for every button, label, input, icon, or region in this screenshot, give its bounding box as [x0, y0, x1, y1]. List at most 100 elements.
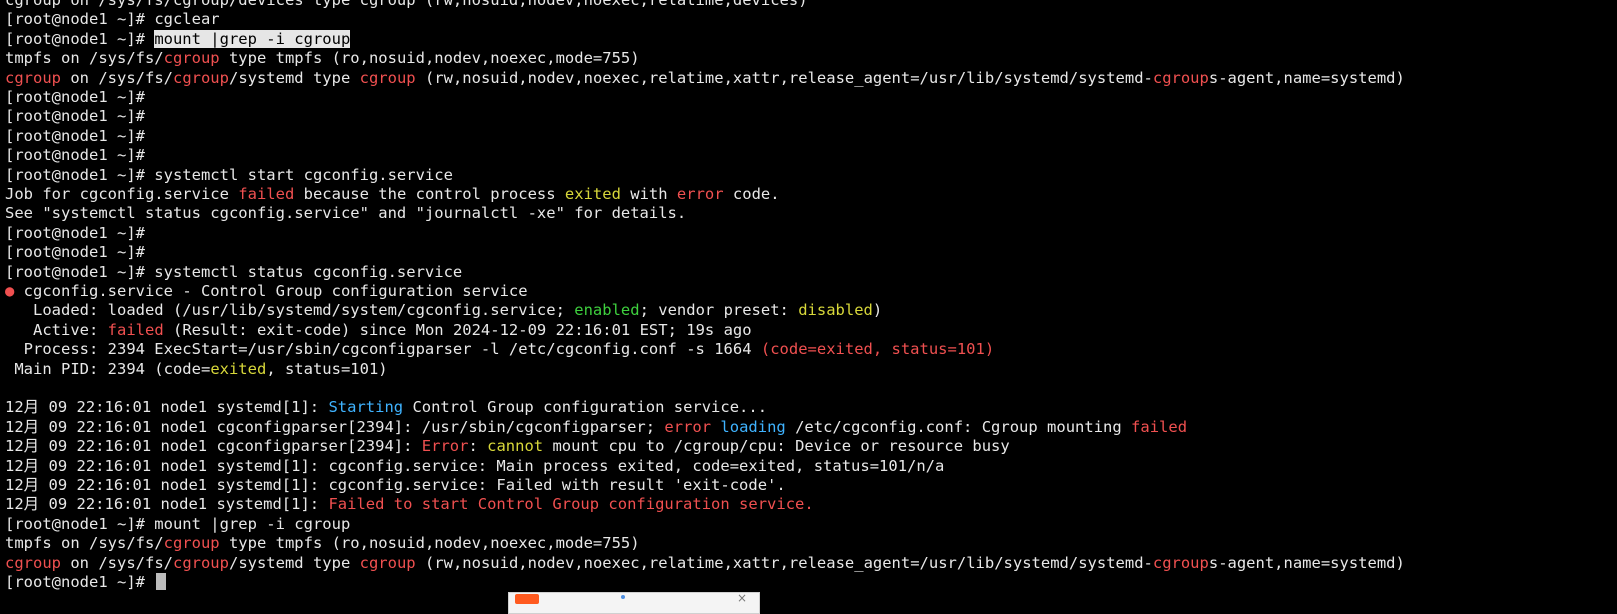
terminal-text-segment: cgroup: [163, 49, 220, 68]
terminal-text-segment: cgroup: [172, 553, 229, 572]
terminal-window[interactable]: cgroup on /sys/fs/cgroup/devices type cg…: [0, 0, 1617, 602]
terminal-text-segment: [root@node1 ~]# systemctl start cgconfig…: [5, 165, 453, 184]
terminal-text-segment: 12月 09 22:16:01 node1 cgconfigparser[239…: [5, 417, 665, 436]
terminal-text-segment: error: [676, 185, 724, 203]
terminal-text-segment: [root@node1 ~]#: [5, 107, 145, 126]
terminal-text-segment: cgroup: [1152, 553, 1209, 572]
close-icon[interactable]: ×: [737, 591, 747, 605]
terminal-text-segment: s-agent,name=systemd): [1208, 68, 1405, 87]
terminal-text-segment: failed: [1131, 417, 1188, 436]
terminal-text-segment: code.: [723, 185, 780, 203]
terminal-text-segment: /etc/cgconfig.conf: Cgroup mounting: [785, 417, 1132, 436]
terminal-text-segment: loading: [720, 417, 786, 436]
terminal-text-segment: with: [620, 185, 677, 203]
terminal-line: Process: 2394 ExecStart=/usr/sbin/cgconf…: [5, 339, 995, 359]
terminal-text-segment: cgroup: [163, 534, 220, 553]
terminal-text-segment: Failed to start Control Group configurat…: [328, 495, 814, 514]
terminal-line: 12月 09 22:16:01 node1 systemd[1]: cgconf…: [5, 475, 786, 495]
terminal-text-segment: Starting: [328, 398, 404, 417]
terminal-line: [root@node1 ~]# systemctl start cgconfig…: [5, 165, 453, 185]
terminal-text-segment: Job for cgconfig.service: [5, 185, 239, 203]
status-dot-icon: [621, 595, 625, 599]
terminal-text-segment: s-agent,name=systemd): [1208, 553, 1405, 572]
terminal-text-segment: [root@node1 ~]# systemctl status cgconfi…: [5, 262, 463, 281]
terminal-line: 12月 09 22:16:01 node1 cgconfigparser[239…: [5, 417, 1187, 437]
terminal-text-segment: disabled: [798, 301, 873, 320]
terminal-text-segment: failed: [238, 185, 295, 203]
terminal-text-segment: cgclear: [154, 10, 220, 29]
terminal-text-segment: 12月 09 22:16:01 node1 systemd[1]:: [5, 398, 329, 417]
terminal-line: [root@node1 ~]# mount |grep -i cgroup: [5, 29, 351, 49]
terminal-text-segment: cannot: [487, 437, 544, 456]
terminal-text-segment: enabled: [574, 301, 640, 320]
terminal-line: 12月 09 22:16:01 node1 cgconfigparser[239…: [5, 436, 1010, 456]
terminal-text-segment: cgroup: [5, 553, 61, 572]
terminal-text-segment: [root@node1 ~]#: [5, 88, 145, 106]
terminal-line: Main PID: 2394 (code=exited, status=101): [5, 359, 388, 379]
terminal-text-segment: cgroup: [5, 68, 61, 87]
terminal-text-segment: on /sys/fs/: [61, 553, 173, 572]
terminal-text-segment: [root@node1 ~]#: [5, 126, 145, 145]
terminal-text-segment: cgroup: [172, 68, 229, 87]
terminal-text-segment: , status=101): [266, 359, 388, 378]
terminal-text-segment: cgroup: [1152, 68, 1209, 87]
terminal-line: See "systemctl status cgconfig.service" …: [5, 203, 686, 223]
app-logo-icon: [515, 594, 539, 604]
terminal-text-segment: exited: [210, 359, 267, 378]
terminal-line: Loaded: loaded (/usr/lib/systemd/system/…: [5, 300, 882, 320]
terminal-text-segment: ; vendor preset:: [639, 301, 799, 320]
terminal-text-segment: ●: [5, 282, 15, 300]
terminal-line: cgroup on /sys/fs/cgroup/systemd type cg…: [5, 553, 1405, 573]
terminal-text-segment: 12月 09 22:16:01 node1 cgconfigparser[239…: [5, 437, 422, 456]
terminal-line: 12月 09 22:16:01 node1 systemd[1]: Failed…: [5, 494, 814, 514]
terminal-text-segment: because the control process: [294, 185, 565, 203]
terminal-text-segment: Error: [421, 437, 469, 456]
terminal-text-segment: [root@node1 ~]#: [5, 10, 155, 29]
terminal-line: [root@node1 ~]#: [5, 223, 145, 243]
terminal-line: [root@node1 ~]#: [5, 106, 145, 126]
terminal-cursor: [156, 573, 167, 590]
terminal-line: [root@node1 ~]# mount |grep -i cgroup: [5, 514, 350, 534]
terminal-line: [root@node1 ~]#: [5, 572, 167, 592]
terminal-text-segment: Main PID: 2394 (code=: [5, 359, 211, 378]
terminal-text-segment: /systemd type: [228, 553, 360, 572]
terminal-text-segment: Process: 2394 ExecStart=/usr/sbin/cgconf…: [5, 340, 761, 359]
terminal-text-segment: 12月 09 22:16:01 node1 systemd[1]: cgconf…: [5, 476, 786, 494]
terminal-text-segment: cgroup: [359, 68, 416, 87]
terminal-line: 12月 09 22:16:01 node1 systemd[1]: Starti…: [5, 397, 767, 417]
terminal-text-segment: tmpfs on /sys/fs/: [5, 534, 164, 553]
terminal-text-segment: /systemd type: [228, 68, 360, 87]
terminal-text-segment: exited: [564, 185, 621, 203]
terminal-text-segment: mount cpu to /cgroup/cpu: Device or reso…: [543, 437, 1010, 456]
terminal-text-segment: Active:: [5, 320, 108, 339]
terminal-line: ● cgconfig.service - Control Group confi…: [5, 281, 528, 301]
terminal-line: [root@node1 ~]# cgclear: [5, 9, 220, 29]
terminal-text-segment: 12月 09 22:16:01 node1 systemd[1]:: [5, 495, 329, 514]
terminal-text-segment: (rw,nosuid,nodev,noexec,relatime,xattr,r…: [415, 553, 1153, 572]
terminal-text-segment: [root@node1 ~]#: [5, 223, 145, 242]
terminal-line: Active: failed (Result: exit-code) since…: [5, 320, 752, 340]
terminal-line: [root@node1 ~]#: [5, 126, 145, 146]
terminal-line: tmpfs on /sys/fs/cgroup type tmpfs (ro,n…: [5, 48, 640, 68]
terminal-text-segment: [root@node1 ~]#: [5, 146, 145, 165]
terminal-text-segment: on /sys/fs/: [61, 68, 173, 87]
terminal-text-segment: type tmpfs (ro,nosuid,nodev,noexec,mode=…: [219, 534, 640, 553]
terminal-line: cgroup on /sys/fs/cgroup/systemd type cg…: [5, 68, 1405, 88]
terminal-text-segment: (code=exited, status=101): [760, 340, 995, 359]
terminal-text-segment: [root@node1 ~]#: [5, 29, 155, 48]
terminal-text-segment: [root@node1 ~]# mount |grep -i cgroup: [5, 514, 351, 533]
terminal-line: [root@node1 ~]#: [5, 87, 145, 107]
terminal-text-segment: See "systemctl status cgconfig.service" …: [5, 204, 687, 223]
terminal-text-segment: failed: [107, 320, 164, 339]
terminal-line: tmpfs on /sys/fs/cgroup type tmpfs (ro,n…: [5, 533, 640, 553]
terminal-line: [root@node1 ~]#: [5, 242, 145, 262]
terminal-text-segment: Control Group configuration service...: [403, 398, 768, 417]
terminal-text-segment: cgroup: [359, 553, 416, 572]
terminal-text-segment: cgroup on /sys/fs/cgroup/devices type cg…: [5, 0, 808, 9]
floating-toolbar-widget[interactable]: ×: [508, 591, 760, 614]
terminal-line: Job for cgconfig.service failed because …: [5, 184, 780, 204]
terminal-text-segment: [root@node1 ~]#: [5, 243, 145, 262]
terminal-text-segment: tmpfs on /sys/fs/: [5, 49, 164, 68]
terminal-line: [root@node1 ~]#: [5, 145, 145, 165]
terminal-text-segment: (rw,nosuid,nodev,noexec,relatime,xattr,r…: [415, 68, 1153, 87]
